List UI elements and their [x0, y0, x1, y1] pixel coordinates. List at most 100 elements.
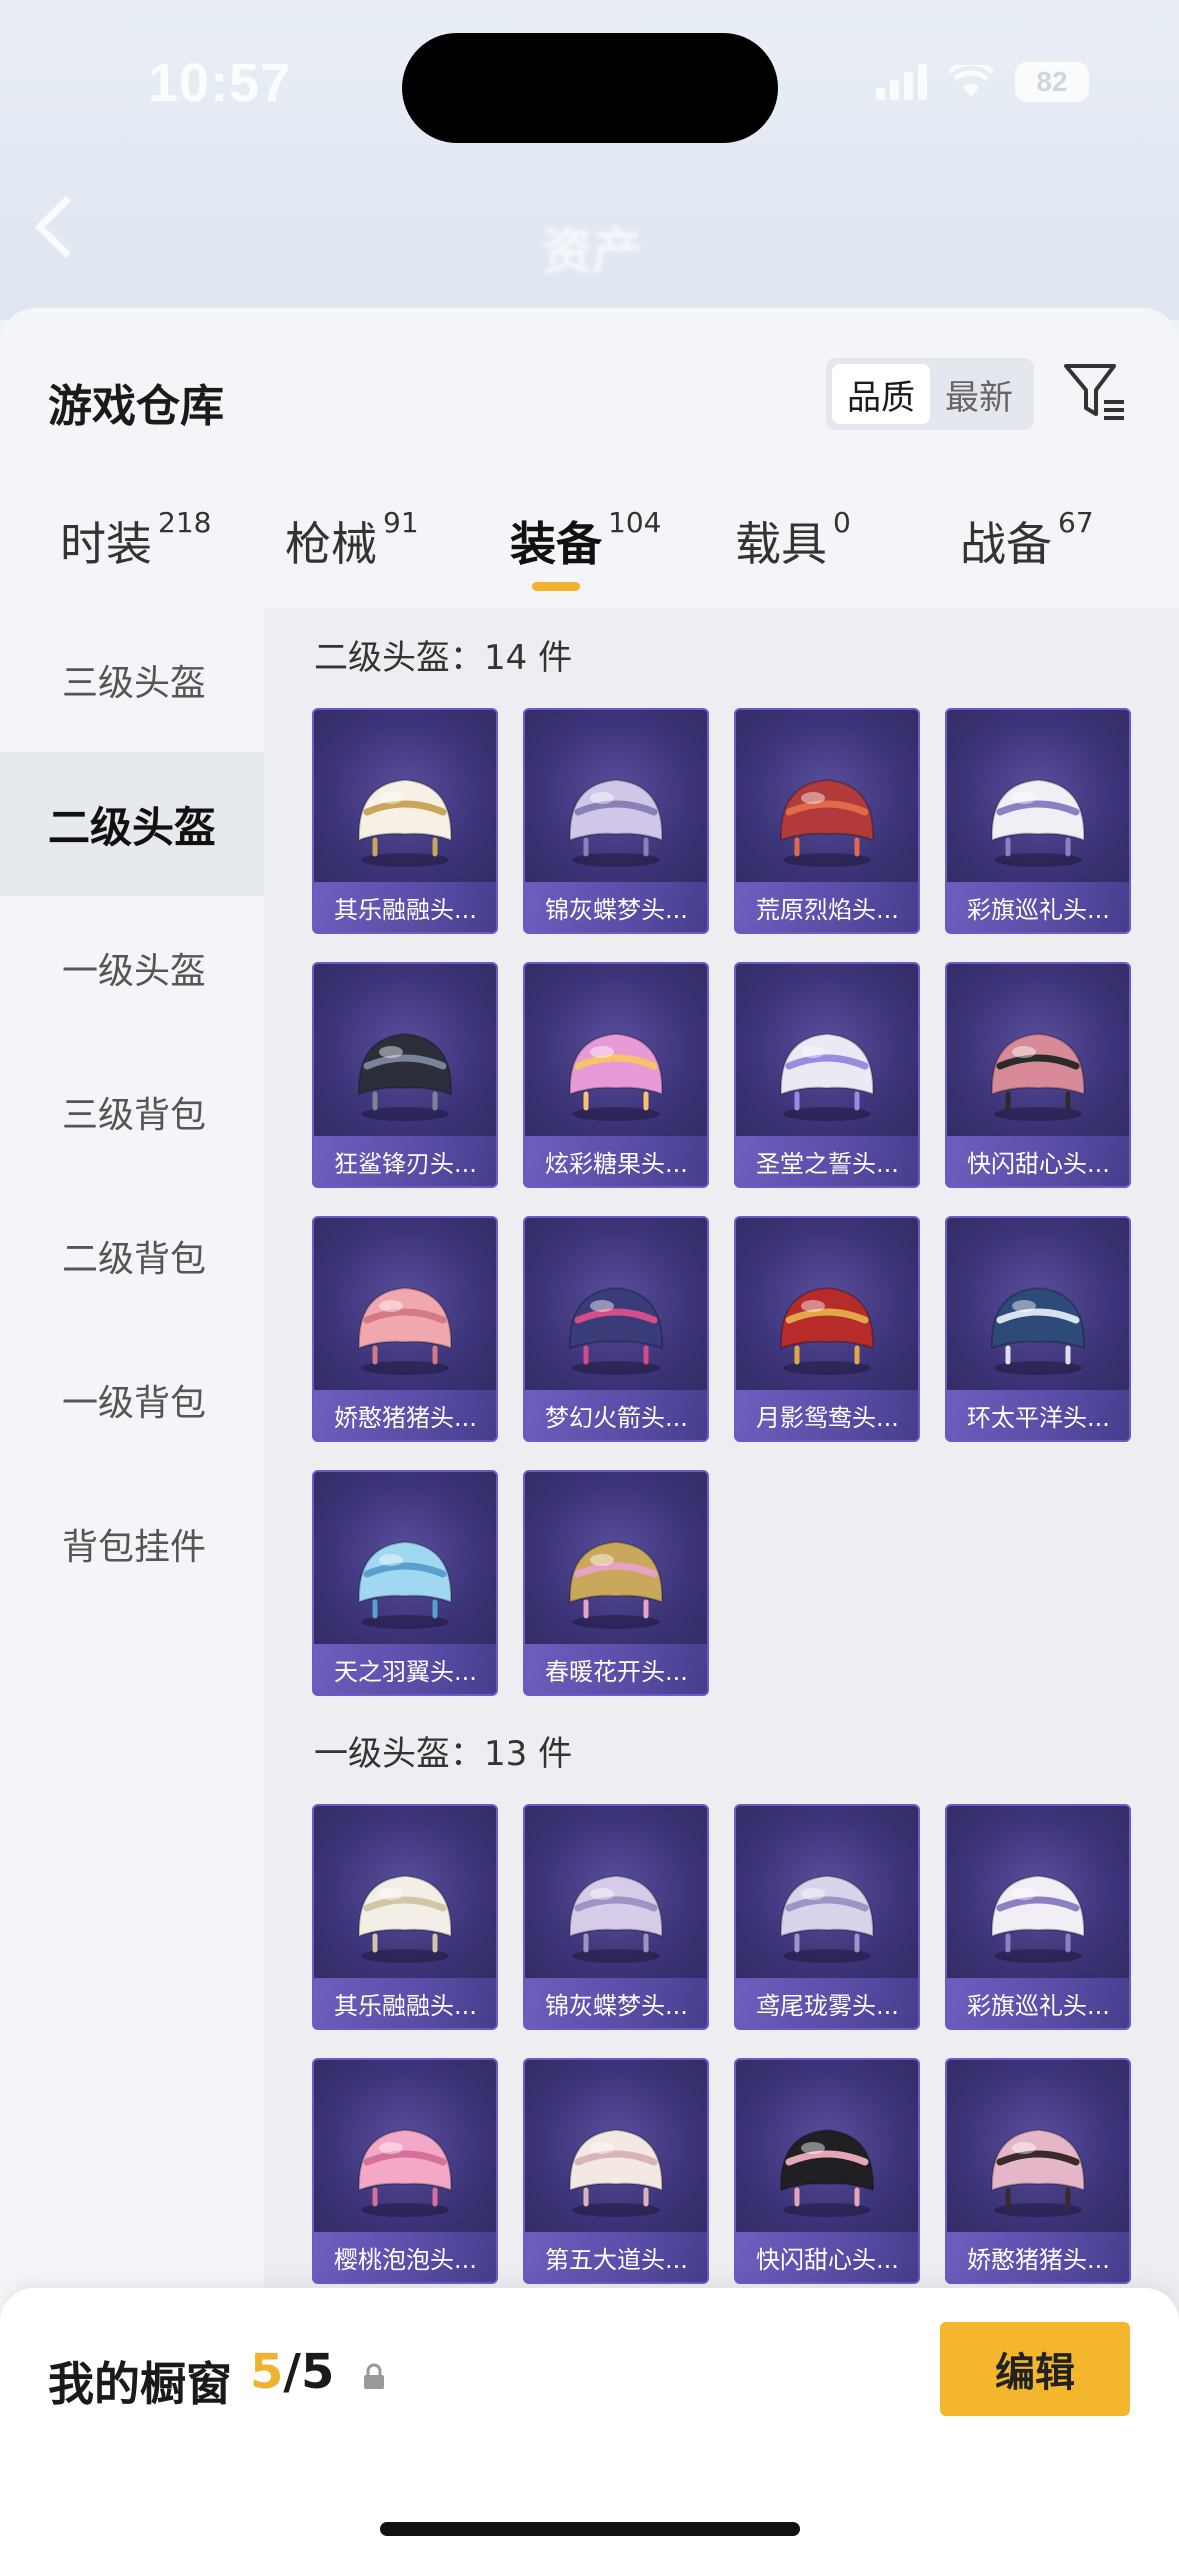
item-name: 娇憨猪猪头...: [947, 2232, 1129, 2282]
tab-count: 67: [1058, 506, 1094, 539]
item-card[interactable]: 第五大道头...: [523, 2058, 709, 2284]
tab-weapons[interactable]: 枪械 91: [285, 506, 419, 574]
showcase-count: 5/5: [250, 2344, 334, 2400]
sidebar-item-backpack-charm[interactable]: 背包挂件: [0, 1472, 264, 1616]
item-name: 快闪甜心头...: [736, 2232, 918, 2282]
sidebar-item-level1-backpack[interactable]: 一级背包: [0, 1328, 264, 1472]
active-tab-indicator: [532, 582, 580, 591]
sidebar: 三级头盔 二级头盔 一级头盔 三级背包 二级背包 一级背包 背包挂件: [0, 608, 264, 2556]
item-card[interactable]: 娇憨猪猪头...: [945, 2058, 1131, 2284]
item-card[interactable]: 梦幻火箭头...: [523, 1216, 709, 1442]
page-title: 游戏仓库: [48, 381, 224, 432]
item-name: 鸢尾珑雾头...: [736, 1978, 918, 2028]
item-card[interactable]: 娇憨猪猪头...: [312, 1216, 498, 1442]
helmet-icon: [990, 1874, 1086, 1963]
item-card[interactable]: 鸢尾珑雾头...: [734, 1804, 920, 2030]
showcase-label: 我的橱窗: [48, 2357, 232, 2411]
helmet-icon: [357, 778, 453, 867]
helmet-icon: [779, 1032, 875, 1121]
helmet-icon: [568, 1540, 664, 1629]
item-card[interactable]: 彩旗巡礼头...: [945, 708, 1131, 934]
category-tabs: 时装 218 枪械 91 装备 104 载具 0 战备 67: [0, 506, 1179, 608]
edit-button[interactable]: 编辑: [940, 2322, 1130, 2416]
sidebar-item-level2-backpack[interactable]: 二级背包: [0, 1184, 264, 1328]
sidebar-item-level3-helmet[interactable]: 三级头盔: [0, 608, 264, 752]
helmet-icon: [568, 1874, 664, 1963]
signal-icon: [876, 64, 927, 100]
tab-count: 0: [833, 506, 851, 539]
sort-newest-button[interactable]: 最新: [930, 364, 1028, 424]
item-card[interactable]: 其乐融融头...: [312, 1804, 498, 2030]
tab-label: 战备: [960, 517, 1052, 571]
sort-quality-button[interactable]: 品质: [832, 364, 930, 424]
item-name: 梦幻火箭头...: [525, 1390, 707, 1440]
item-card[interactable]: 荒原烈焰头...: [734, 708, 920, 934]
tab-supplies[interactable]: 战备 67: [960, 506, 1094, 574]
helmet-icon: [357, 1286, 453, 1375]
showcase-bar: 我的橱窗 5/5 编辑: [0, 2288, 1179, 2556]
tab-count: 218: [158, 506, 212, 539]
item-name: 环太平洋头...: [947, 1390, 1129, 1440]
helmet-icon: [779, 1286, 875, 1375]
item-card[interactable]: 月影鸳鸯头...: [734, 1216, 920, 1442]
item-card[interactable]: 天之羽翼头...: [312, 1470, 498, 1696]
back-arrow-icon[interactable]: [34, 195, 98, 259]
battery-indicator: 82: [1015, 62, 1089, 102]
item-card[interactable]: 锦灰蝶梦头...: [523, 1804, 709, 2030]
item-name: 春暖花开头...: [525, 1644, 707, 1694]
tab-label: 装备: [510, 517, 602, 571]
sidebar-item-level3-backpack[interactable]: 三级背包: [0, 1040, 264, 1184]
item-card[interactable]: 樱桃泡泡头...: [312, 2058, 498, 2284]
helmet-icon: [990, 1032, 1086, 1121]
helmet-icon: [568, 778, 664, 867]
filter-icon[interactable]: [1060, 358, 1128, 426]
helmet-icon: [568, 1286, 664, 1375]
tab-equipment[interactable]: 装备 104: [510, 506, 661, 574]
helmet-icon: [357, 2128, 453, 2217]
item-card[interactable]: 快闪甜心头...: [945, 962, 1131, 1188]
helmet-icon: [990, 778, 1086, 867]
lock-icon: [364, 2363, 384, 2389]
home-indicator: [380, 2522, 800, 2536]
sidebar-item-level1-helmet[interactable]: 一级头盔: [0, 896, 264, 1040]
item-card[interactable]: 狂鲨锋刃头...: [312, 962, 498, 1188]
helmet-icon: [779, 2128, 875, 2217]
sidebar-item-level2-helmet[interactable]: 二级头盔: [0, 752, 264, 896]
item-card[interactable]: 锦灰蝶梦头...: [523, 708, 709, 934]
item-name: 锦灰蝶梦头...: [525, 882, 707, 932]
item-grid-area[interactable]: 二级头盔：14 件 其乐融融头... 锦灰蝶梦头... 荒原烈焰头... 彩旗巡…: [264, 608, 1179, 2328]
item-name: 月影鸳鸯头...: [736, 1390, 918, 1440]
group-title: 一级头盔：13 件: [314, 1734, 573, 1774]
helmet-icon: [357, 1032, 453, 1121]
item-name: 第五大道头...: [525, 2232, 707, 2282]
item-name: 樱桃泡泡头...: [314, 2232, 496, 2282]
showcase-used: 5: [250, 2344, 284, 2400]
tab-label: 枪械: [285, 517, 377, 571]
top-background: 10:57 82 资产: [0, 0, 1179, 320]
item-card[interactable]: 彩旗巡礼头...: [945, 1804, 1131, 2030]
tab-label: 载具: [735, 517, 827, 571]
tab-vehicles[interactable]: 载具 0: [735, 506, 851, 574]
item-card[interactable]: 圣堂之誓头...: [734, 962, 920, 1188]
item-name: 快闪甜心头...: [947, 1136, 1129, 1186]
group-title: 二级头盔：14 件: [314, 638, 573, 678]
helmet-icon: [357, 1540, 453, 1629]
item-card[interactable]: 炫彩糖果头...: [523, 962, 709, 1188]
warehouse-sheet: 游戏仓库 品质 最新 时装 218 枪械 91 装备 104 载具 0 战备 6…: [0, 308, 1179, 2556]
helmet-icon: [568, 2128, 664, 2217]
status-time: 10:57: [148, 53, 292, 113]
item-grid: 其乐融融头... 锦灰蝶梦头... 鸢尾珑雾头... 彩旗巡礼头... 樱桃泡泡…: [312, 1804, 1131, 2284]
helmet-icon: [990, 2128, 1086, 2217]
item-name: 彩旗巡礼头...: [947, 882, 1129, 932]
helmet-icon: [568, 1032, 664, 1121]
item-card[interactable]: 环太平洋头...: [945, 1216, 1131, 1442]
item-name: 狂鲨锋刃头...: [314, 1136, 496, 1186]
item-name: 天之羽翼头...: [314, 1644, 496, 1694]
item-name: 荒原烈焰头...: [736, 882, 918, 932]
dynamic-island: [402, 33, 778, 143]
tab-fashion[interactable]: 时装 218: [60, 506, 212, 574]
item-name: 炫彩糖果头...: [525, 1136, 707, 1186]
item-card[interactable]: 其乐融融头...: [312, 708, 498, 934]
item-card[interactable]: 春暖花开头...: [523, 1470, 709, 1696]
item-card[interactable]: 快闪甜心头...: [734, 2058, 920, 2284]
